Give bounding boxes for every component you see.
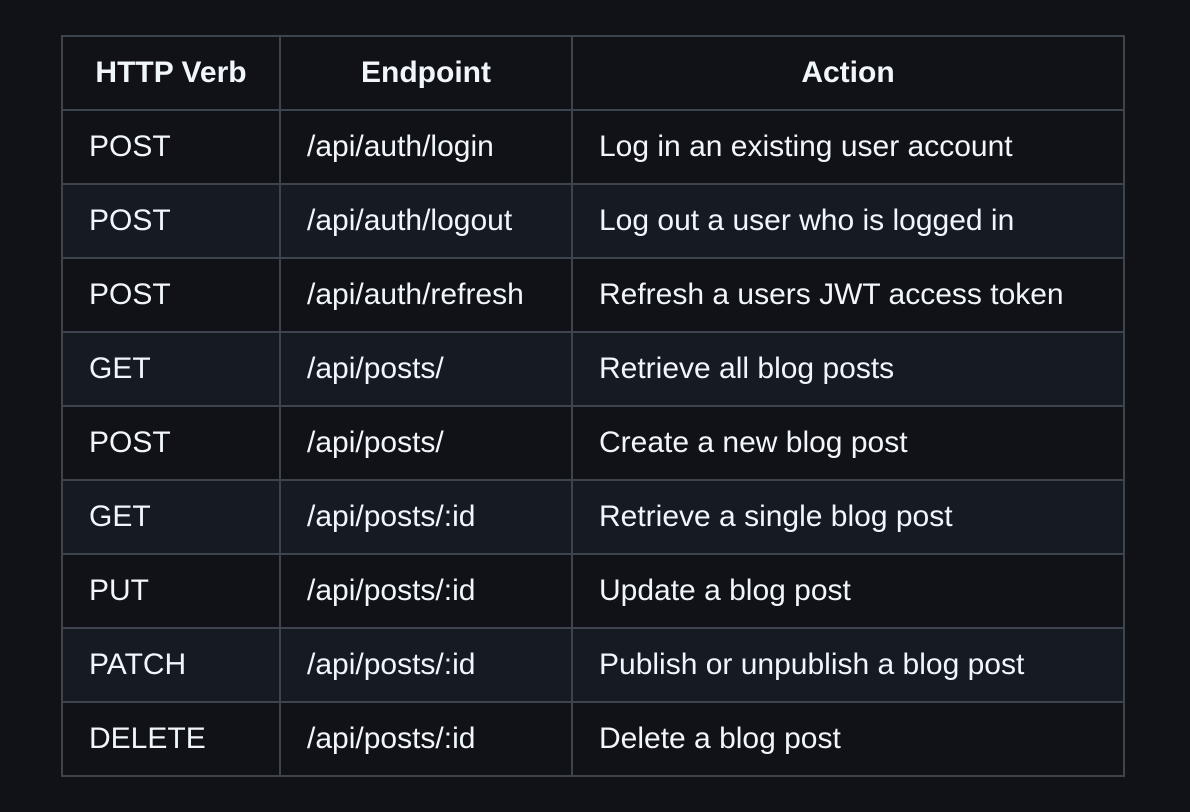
table-header-row: HTTP Verb Endpoint Action [61,35,1125,111]
cell-http-verb: GET [61,479,281,555]
table-row: PATCH/api/posts/:id Publish or unpublish … [61,627,1125,703]
cell-endpoint: /api/posts/:id [279,701,573,777]
cell-action: Retrieve all blog posts [571,331,1125,407]
cell-action: Log in an existing user account [571,109,1125,185]
header-action: Action [571,35,1125,111]
cell-action: Update a blog post [571,553,1125,629]
cell-endpoint: /api/auth/logout [279,183,573,259]
table-row: POST/api/auth/login Log in an existing us… [61,109,1125,185]
cell-endpoint: /api/posts/ [279,405,573,481]
api-endpoints-table: HTTP Verb Endpoint Action POST/api/auth/… [61,35,1125,777]
cell-http-verb: POST [61,257,281,333]
table-row: POST/api/posts/Create a new blog post [61,405,1125,481]
table-row: GET/api/posts/:id Retrieve a single blog … [61,479,1125,555]
cell-http-verb: POST [61,109,281,185]
cell-http-verb: POST [61,183,281,259]
cell-endpoint: /api/auth/refresh [279,257,573,333]
cell-endpoint: /api/posts/:id [279,553,573,629]
cell-action: Retrieve a single blog post [571,479,1125,555]
cell-http-verb: PUT [61,553,281,629]
cell-endpoint: /api/posts/ [279,331,573,407]
table-row: POST/api/auth/refresh Refresh a users JWT… [61,257,1125,333]
cell-http-verb: GET [61,331,281,407]
table-row: PUT/api/posts/:id Update a blog post [61,553,1125,629]
cell-action: Create a new blog post [571,405,1125,481]
cell-action: Log out a user who is logged in [571,183,1125,259]
header-endpoint: Endpoint [279,35,573,111]
cell-http-verb: POST [61,405,281,481]
cell-http-verb: DELETE [61,701,281,777]
table-row: DELETE/api/posts/:id Delete a blog post [61,701,1125,777]
cell-action: Delete a blog post [571,701,1125,777]
table-row: POST/api/auth/logout Log out a user who i… [61,183,1125,259]
table-row: GET/api/posts/Retrieve all blog posts [61,331,1125,407]
cell-endpoint: /api/posts/:id [279,479,573,555]
header-http-verb: HTTP Verb [61,35,281,111]
cell-endpoint: /api/posts/:id [279,627,573,703]
cell-endpoint: /api/auth/login [279,109,573,185]
cell-action: Refresh a users JWT access token [571,257,1125,333]
cell-http-verb: PATCH [61,627,281,703]
cell-action: Publish or unpublish a blog post [571,627,1125,703]
